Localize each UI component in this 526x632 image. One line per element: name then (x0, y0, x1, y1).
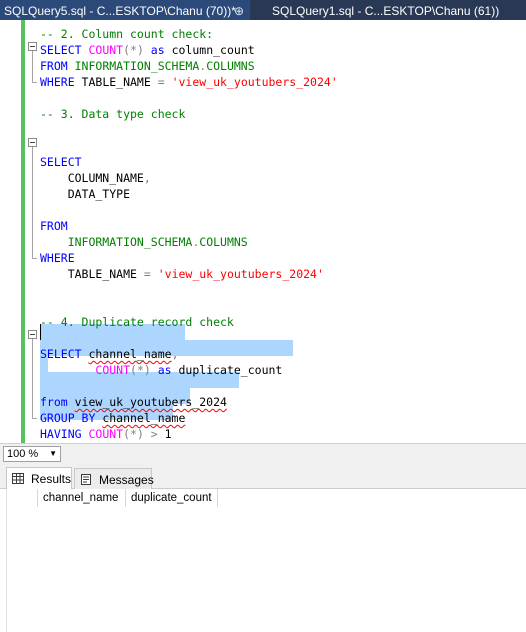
column-header[interactable]: duplicate_count (126, 489, 218, 507)
results-grid[interactable]: channel_name duplicate_count (0, 489, 526, 632)
code-line[interactable]: DATA_TYPE (40, 186, 130, 202)
code-line[interactable]: HAVING COUNT(*) > 1 (40, 426, 172, 442)
code-line[interactable]: TABLE_NAME = 'view_uk_youtubers_2024' (40, 266, 324, 282)
code-token: (*) (130, 363, 151, 377)
code-token: SELECT (40, 43, 89, 57)
query-editor[interactable]: -- 2. Column count check: SELECT COUNT(*)… (0, 20, 526, 443)
code-token: INFORMATION_SCHEMA (74, 59, 200, 73)
fold-end (32, 258, 37, 259)
code-line[interactable]: FROM INFORMATION_SCHEMA.COLUMNS (40, 58, 255, 74)
code-token: 'view_uk_youtubers_2024' (171, 75, 338, 89)
code-token: -- 4. Duplicate record check (40, 315, 234, 329)
code-token: COLUMNS (199, 235, 248, 249)
code-token: duplicate_count (178, 363, 283, 377)
fold-toggle-icon[interactable] (28, 138, 37, 147)
fold-toggle-icon[interactable] (28, 42, 37, 51)
message-icon (81, 474, 91, 485)
fold-line (32, 51, 33, 83)
code-token: COLUMN_NAME (40, 171, 144, 185)
code-token: HAVING (40, 427, 89, 441)
code-token: column_count (171, 43, 255, 57)
grid-icon (12, 473, 24, 484)
code-token: channel_name (88, 347, 172, 361)
code-token: TABLE_NAME (81, 75, 158, 89)
code-line[interactable]: SELECT channel_name, (40, 346, 179, 362)
code-token: , (171, 347, 179, 361)
code-line[interactable]: WHERE TABLE_NAME = 'view_uk_youtubers_20… (40, 74, 338, 90)
code-line[interactable]: FROM (40, 218, 68, 234)
tab-results[interactable]: Results (6, 467, 72, 489)
code-token: DATA_TYPE (40, 187, 131, 201)
fold-line (32, 339, 33, 419)
code-token: -- 3. Data type check (40, 107, 186, 121)
code-token: -- 2. Column count check: (40, 27, 214, 41)
tab-messages[interactable]: Messages (74, 468, 154, 489)
tab-label: Messages (99, 473, 154, 487)
code-token: INFORMATION_SCHEMA (40, 235, 193, 249)
code-token: SELECT (40, 155, 82, 169)
code-token: from (40, 395, 75, 409)
code-token: channel_name (102, 411, 186, 425)
code-line[interactable]: GROUP BY channel_name (40, 410, 185, 426)
editor-status-bar: 100 % ▼ (0, 443, 526, 464)
tab-label: SQLQuery1.sql - C...ESKTOP\Chanu (61)) (272, 4, 500, 18)
fold-toggle-icon[interactable] (28, 330, 37, 339)
code-token: COUNT (95, 363, 131, 377)
code-token: COUNT (88, 43, 124, 57)
code-token: GROUP BY (40, 411, 103, 425)
document-tab-strip: SQLQuery5.sql - C...ESKTOP\Chanu (70))* … (0, 0, 526, 20)
code-line[interactable]: -- 2. Column count check: (40, 26, 213, 42)
tab-label: Results (31, 472, 72, 486)
code-line[interactable]: SELECT (40, 154, 82, 170)
code-token: COUNT (88, 427, 124, 441)
code-line[interactable]: WHERE (40, 250, 75, 266)
code-line[interactable]: from view_uk_youtubers_2024 (40, 394, 227, 410)
results-tab-strip: Results Messages (0, 464, 526, 489)
tab-sqlquery1[interactable]: SQLQuery1.sql - C...ESKTOP\Chanu (61)) (0, 0, 526, 20)
code-line[interactable]: -- 3. Data type check (40, 106, 185, 122)
code-token: FROM (40, 219, 68, 233)
chevron-down-icon: ▼ (49, 449, 57, 458)
fold-end (32, 418, 37, 419)
code-token: > (143, 427, 165, 441)
change-tracking-bar (21, 20, 25, 443)
code-token: (*) (123, 43, 144, 57)
code-token: SELECT (40, 347, 89, 361)
code-line[interactable]: SELECT COUNT(*) as column_count (40, 42, 255, 58)
code-token: = (143, 267, 158, 281)
code-token: as (150, 363, 179, 377)
code-line[interactable]: -- 4. Duplicate record check (40, 314, 234, 330)
fold-line (32, 147, 33, 259)
code-token: 1 (164, 427, 172, 441)
code-line[interactable]: INFORMATION_SCHEMA.COLUMNS (40, 234, 248, 250)
column-header[interactable]: channel_name (38, 489, 126, 507)
code-token: (*) (123, 427, 144, 441)
code-token: WHERE (40, 75, 82, 89)
code-token: TABLE_NAME (40, 267, 144, 281)
fold-end (32, 82, 37, 83)
code-token: , (143, 171, 151, 185)
horizontal-scrollbar[interactable] (64, 448, 524, 459)
code-token: WHERE (40, 251, 75, 265)
row-number-header[interactable] (6, 489, 38, 507)
code-line[interactable]: COUNT(*) as duplicate_count (40, 362, 282, 378)
code-token: view_uk_youtubers_2024 (74, 395, 227, 409)
code-token: as (143, 43, 172, 57)
code-line[interactable]: COLUMN_NAME, (40, 170, 151, 186)
grid-border (6, 489, 7, 632)
code-token: 'view_uk_youtubers_2024' (157, 267, 324, 281)
code-token: COLUMNS (206, 59, 255, 73)
code-token: FROM (40, 59, 75, 73)
code-token: = (157, 75, 172, 89)
zoom-value: 100 % (7, 448, 39, 460)
zoom-dropdown[interactable]: 100 % ▼ (3, 446, 61, 462)
